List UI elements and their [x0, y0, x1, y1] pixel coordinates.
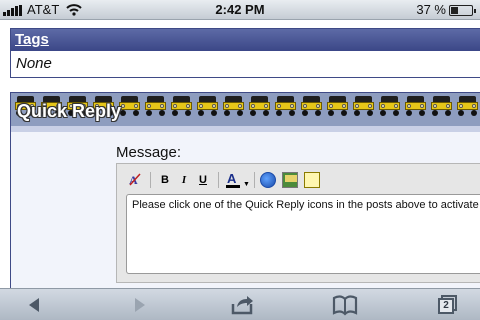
jeep-icon — [222, 96, 245, 116]
jeep-icon — [326, 96, 349, 116]
tabs-button[interactable]: 2 — [435, 293, 463, 317]
toolbar-separator — [150, 172, 151, 188]
bookmarks-icon[interactable] — [331, 293, 359, 317]
jeep-icon — [430, 96, 453, 116]
insert-image-icon[interactable] — [282, 172, 298, 188]
quick-reply-title: Quick Reply — [17, 101, 122, 121]
editor-toolbar: A B I U A ▼ — [126, 170, 326, 190]
tags-section: Tags None — [10, 28, 480, 78]
status-bar: AT&T 2:42 PM 37 % — [0, 0, 480, 20]
tab-count: 2 — [443, 300, 449, 311]
back-arrow-icon[interactable] — [20, 293, 48, 317]
remove-format-icon[interactable]: A — [126, 171, 144, 189]
italic-button[interactable]: I — [175, 171, 193, 189]
jeep-icon — [456, 96, 479, 116]
jeep-icon — [378, 96, 401, 116]
underline-button[interactable]: U — [194, 171, 212, 189]
header-divider — [11, 126, 480, 132]
status-time: 2:42 PM — [215, 2, 265, 17]
share-icon[interactable] — [228, 293, 256, 317]
forward-arrow-icon[interactable] — [126, 293, 154, 317]
tags-header: Tags — [11, 29, 480, 51]
jeep-icon — [300, 96, 323, 116]
bold-button[interactable]: B — [156, 171, 174, 189]
insert-link-icon[interactable] — [260, 172, 276, 188]
battery-icon — [449, 5, 476, 16]
jeep-icon — [144, 96, 167, 116]
dropdown-caret-icon: ▼ — [243, 181, 250, 188]
browser-toolbar: 2 — [0, 288, 480, 320]
battery-percentage: 37 % — [416, 2, 446, 17]
jeep-icon — [352, 96, 375, 116]
jeep-icon — [170, 96, 193, 116]
jeep-icon — [248, 96, 271, 116]
jeep-icon — [196, 96, 219, 116]
toolbar-separator — [218, 172, 219, 188]
message-label: Message: — [116, 144, 182, 161]
jeep-icon — [274, 96, 297, 116]
jeep-icon — [118, 96, 141, 116]
tags-heading-link[interactable]: Tags — [15, 31, 49, 48]
message-editor: A B I U A ▼ Please click one of the Quic… — [116, 163, 480, 283]
toolbar-separator — [254, 172, 255, 188]
jeep-icon — [404, 96, 427, 116]
quick-reply-header: Quick Reply — [11, 93, 480, 126]
insert-quote-icon[interactable] — [304, 172, 320, 188]
message-textarea[interactable]: Please click one of the Quick Reply icon… — [126, 194, 480, 274]
tags-value: None — [16, 55, 52, 72]
font-color-button[interactable]: A ▼ — [224, 171, 250, 189]
